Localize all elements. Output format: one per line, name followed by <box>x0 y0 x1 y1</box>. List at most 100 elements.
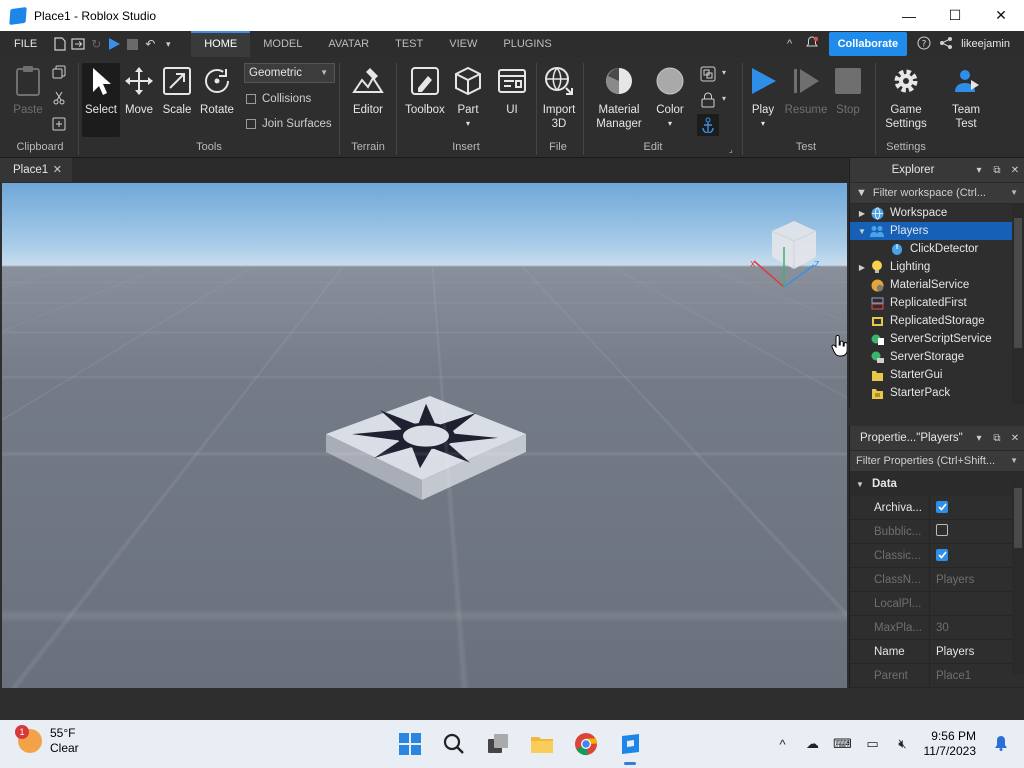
explorer-item-serverstorage[interactable]: ServerStorage <box>850 348 1024 366</box>
rotate-tool-button[interactable]: Rotate <box>197 63 237 117</box>
game-settings-button[interactable]: Game Settings <box>880 63 932 131</box>
file-menu[interactable]: FILE <box>0 38 51 50</box>
roblox-studio-taskbar-icon[interactable] <box>608 722 652 766</box>
minimize-button[interactable]: — <box>886 0 932 31</box>
property-row[interactable]: ClassN... Players <box>850 567 1024 592</box>
explorer-item-clickdetector[interactable]: ClickDetector <box>850 240 1024 258</box>
property-row[interactable]: Archiva... <box>850 495 1024 520</box>
team-test-button[interactable]: Team Test <box>944 63 988 131</box>
explorer-item-lighting[interactable]: ▶ Lighting <box>850 258 1024 276</box>
group-dropdown-icon[interactable]: ▾ <box>722 68 726 77</box>
join-surfaces-toggle[interactable]: Join Surfaces <box>246 118 332 130</box>
filter-dropdown-icon[interactable]: ▼ <box>1010 183 1018 203</box>
tab-test[interactable]: TEST <box>382 31 436 57</box>
collapse-ribbon-icon[interactable]: ^ <box>779 38 801 50</box>
toolbox-button[interactable]: Toolbox <box>402 63 448 117</box>
data-section-header[interactable]: ▼ Data <box>850 472 1024 496</box>
close-tab-icon[interactable]: ✕ <box>53 158 62 182</box>
properties-undock-icon[interactable]: ⧉ <box>988 433 1006 444</box>
lock-dropdown-icon[interactable]: ▾ <box>722 94 726 103</box>
search-icon[interactable] <box>432 722 476 766</box>
explorer-item-replicatedfirst[interactable]: ReplicatedFirst <box>850 294 1024 312</box>
tab-view[interactable]: VIEW <box>436 31 490 57</box>
explorer-item-materialservice[interactable]: MaterialService <box>850 276 1024 294</box>
tab-plugins[interactable]: PLUGINS <box>490 31 564 57</box>
undo-icon[interactable]: ↶ <box>141 31 159 57</box>
resume-button[interactable]: Resume <box>784 63 828 117</box>
weather-widget[interactable]: 1 55°F Clear <box>15 725 79 756</box>
tab-home[interactable]: HOME <box>191 31 251 57</box>
collisions-checkbox[interactable] <box>246 94 256 104</box>
part-button[interactable]: Part ▾ <box>450 63 486 131</box>
move-tool-button[interactable]: Move <box>121 63 157 117</box>
explorer-undock-icon[interactable]: ⧉ <box>988 165 1006 176</box>
redo-icon[interactable]: ↻ <box>87 31 105 57</box>
collaborate-button[interactable]: Collaborate <box>828 32 908 56</box>
show-hidden-icons-icon[interactable]: ^ <box>768 737 798 752</box>
explorer-item-serverscriptservice[interactable]: ServerScriptService <box>850 330 1024 348</box>
explorer-close-icon[interactable]: ✕ <box>1006 165 1024 176</box>
property-row[interactable]: Name Players <box>850 639 1024 664</box>
3d-viewport[interactable]: X Z <box>2 183 847 688</box>
document-tab-place1[interactable]: Place1 ✕ <box>0 158 72 182</box>
explorer-item-replicatedstorage[interactable]: ReplicatedStorage <box>850 312 1024 330</box>
help-icon[interactable]: ? <box>913 36 935 53</box>
explorer-item-players[interactable]: ▼ Players <box>850 222 1024 240</box>
tab-model[interactable]: MODEL <box>250 31 315 57</box>
cut-icon[interactable] <box>52 91 66 108</box>
explorer-vertical-scrollbar[interactable] <box>1012 204 1024 404</box>
tab-avatar[interactable]: AVATAR <box>315 31 382 57</box>
play-button[interactable]: Play ▾ <box>746 63 780 131</box>
terrain-editor-button[interactable]: Editor <box>348 63 388 117</box>
chrome-icon[interactable] <box>564 722 608 766</box>
duplicate-icon[interactable] <box>52 117 66 134</box>
scale-tool-button[interactable]: Scale <box>159 63 195 117</box>
copy-icon[interactable] <box>52 65 66 82</box>
quick-access-dropdown-icon[interactable]: ▾ <box>159 31 177 57</box>
notification-bell-icon[interactable] <box>801 36 823 52</box>
explorer-filter-input[interactable]: ▼ Filter workspace (Ctrl... ▼ <box>850 182 1024 204</box>
property-row[interactable]: MaxPla... 30 <box>850 615 1024 640</box>
checkbox-checked-icon[interactable] <box>936 501 948 513</box>
properties-dropdown-icon[interactable]: ▾ <box>970 433 988 444</box>
spawn-location-part[interactable] <box>326 396 526 500</box>
share-icon[interactable] <box>935 36 957 53</box>
properties-filter-input[interactable]: Filter Properties (Ctrl+Shift... ▼ <box>850 450 1024 472</box>
maximize-button[interactable]: ☐ <box>932 0 978 31</box>
edit-group-expand-icon[interactable]: ⌟ <box>729 145 733 154</box>
publish-icon[interactable] <box>69 31 87 57</box>
properties-close-icon[interactable]: ✕ <box>1006 433 1024 444</box>
property-row[interactable]: Bubblic... <box>850 519 1024 544</box>
notification-icon[interactable] <box>986 735 1016 754</box>
stop-quick-icon[interactable] <box>123 31 141 57</box>
username[interactable]: likeejamin <box>961 38 1010 50</box>
expand-arrow-icon[interactable]: ▶ <box>854 263 870 272</box>
ui-button[interactable]: UI <box>494 63 530 117</box>
paste-button[interactable]: Paste <box>10 63 46 117</box>
close-button[interactable]: ✕ <box>978 0 1024 31</box>
transform-mode-dropdown[interactable]: Geometric ▼ <box>244 63 335 83</box>
anchor-icon[interactable] <box>697 114 719 136</box>
property-row[interactable]: LocalPl... <box>850 591 1024 616</box>
network-icon[interactable]: ▭ <box>858 736 888 752</box>
property-value[interactable]: Players <box>936 646 974 658</box>
properties-filter-dropdown-icon[interactable]: ▼ <box>1010 451 1018 471</box>
keyboard-icon[interactable]: ⌨ <box>828 736 858 752</box>
cloud-icon[interactable]: ☁ <box>798 736 828 752</box>
explorer-item-starterpack[interactable]: StarterPack <box>850 384 1024 402</box>
group-objects-icon[interactable] <box>700 66 716 85</box>
explorer-item-workspace[interactable]: ▶ Workspace <box>850 204 1024 222</box>
volume-muted-icon[interactable]: 🔇︎ <box>888 736 918 752</box>
task-view-icon[interactable] <box>476 722 520 766</box>
import-3d-button[interactable]: Import 3D <box>540 63 578 131</box>
properties-vertical-scrollbar[interactable] <box>1012 474 1024 674</box>
system-clock[interactable]: 9:56 PM 11/7/2023 <box>924 729 977 759</box>
expand-arrow-icon[interactable]: ▼ <box>854 227 870 236</box>
property-row[interactable]: Parent Place1 <box>850 663 1024 688</box>
checkbox-unchecked-icon[interactable] <box>936 524 948 536</box>
color-dropdown-icon[interactable]: ▾ <box>668 117 672 131</box>
lock-icon[interactable] <box>701 92 715 111</box>
checkbox-checked-icon[interactable] <box>936 549 948 561</box>
file-explorer-icon[interactable] <box>520 722 564 766</box>
expand-arrow-icon[interactable]: ▶ <box>854 209 870 218</box>
